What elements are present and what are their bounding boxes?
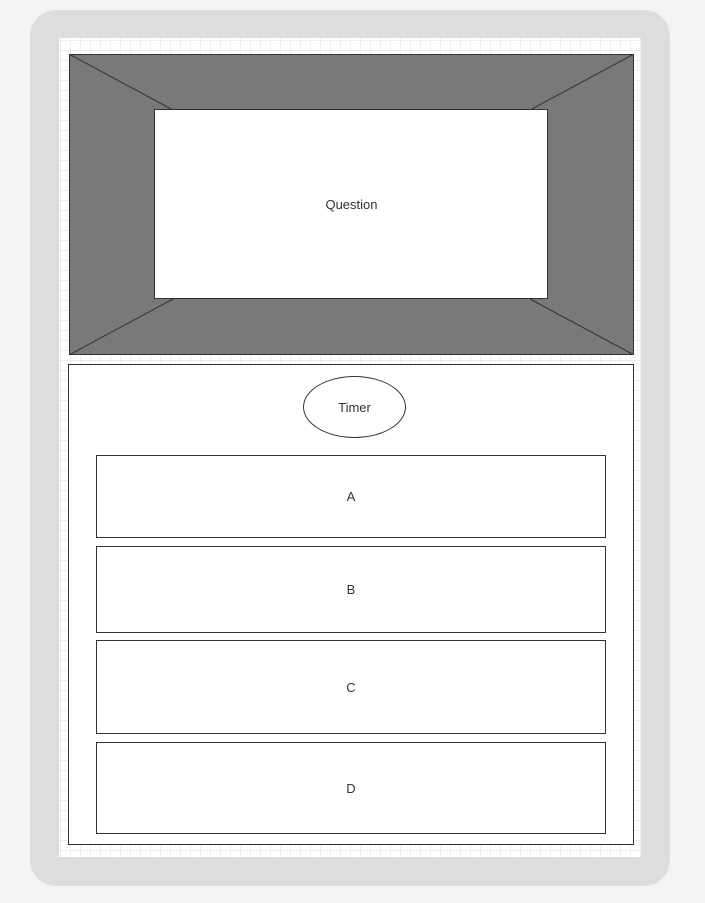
timer-label: Timer <box>338 399 371 415</box>
answer-option-d[interactable]: D <box>96 742 606 834</box>
answer-option-label: A <box>346 489 356 504</box>
answer-option-label: C <box>346 679 356 695</box>
answer-option-a[interactable]: A <box>96 455 606 538</box>
answer-option-label: B <box>346 582 356 597</box>
answer-option-label: D <box>346 780 356 796</box>
answer-option-b[interactable]: B <box>96 546 606 633</box>
answer-option-c[interactable]: C <box>96 640 606 734</box>
timer: Timer <box>303 376 406 438</box>
question-label: Question <box>325 197 378 212</box>
